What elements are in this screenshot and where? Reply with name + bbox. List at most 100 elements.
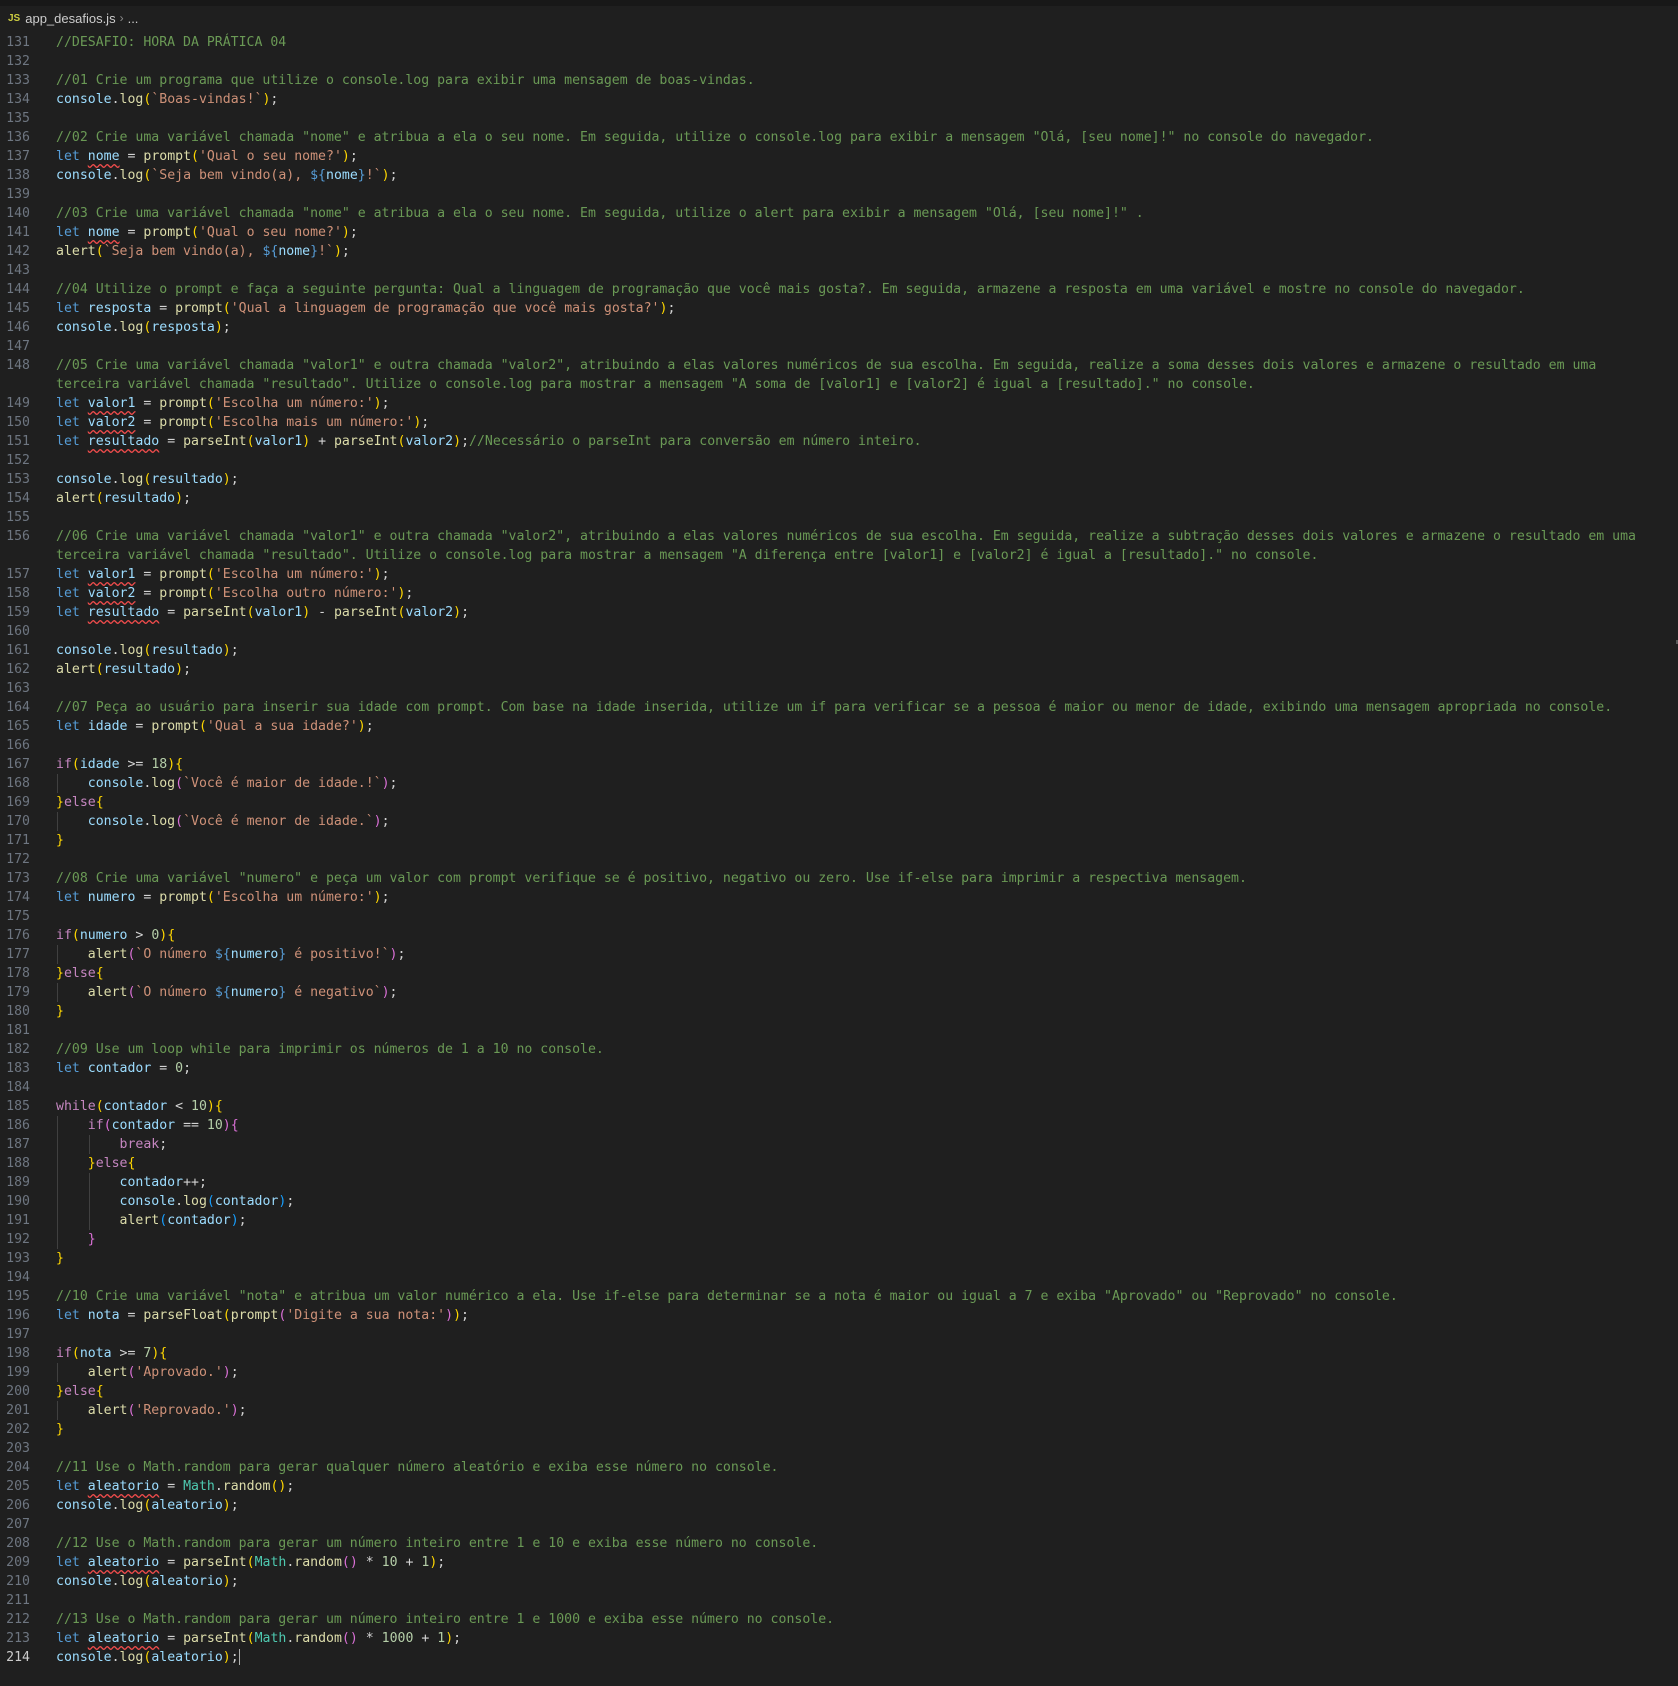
code-line[interactable]: 139 [0,185,1678,204]
code-line[interactable]: 149 let valor1 = prompt('Escolha um númer… [0,394,1678,413]
code-text[interactable]: contador++; [56,1173,1656,1192]
code-text[interactable]: //04 Utilize o prompt e faça a seguinte … [56,280,1656,299]
code-line[interactable]: 140 //03 Crie uma variável chamada "nome"… [0,204,1678,223]
code-text[interactable]: let valor1 = prompt('Escolha um número:'… [56,565,1656,584]
code-text[interactable]: } [56,1249,1656,1268]
code-text[interactable]: alert('Aprovado.'); [56,1363,1656,1382]
code-text[interactable]: console.log(aleatorio); [56,1572,1656,1591]
code-text[interactable]: } [56,1230,1656,1249]
code-line[interactable]: 188 }else{ [0,1154,1678,1173]
code-text[interactable]: console.log(`Você é menor de idade.`); [56,812,1656,831]
code-line[interactable]: 174 let numero = prompt('Escolha um númer… [0,888,1678,907]
code-line[interactable]: 134 console.log(`Boas-vindas!`); [0,90,1678,109]
code-text[interactable]: while(contador < 10){ [56,1097,1656,1116]
code-text[interactable]: //07 Peça ao usuário para inserir sua id… [56,698,1656,717]
code-text[interactable]: //02 Crie uma variável chamada "nome" e … [56,128,1656,147]
code-line[interactable]: 198 if(nota >= 7){ [0,1344,1678,1363]
code-line[interactable]: 144 //04 Utilize o prompt e faça a seguin… [0,280,1678,299]
code-line[interactable]: 190 console.log(contador); [0,1192,1678,1211]
code-line[interactable]: 183 let contador = 0; [0,1059,1678,1078]
code-text[interactable]: } [56,1420,1656,1439]
code-text[interactable]: let valor2 = prompt('Escolha mais um núm… [56,413,1656,432]
code-line[interactable]: 181 [0,1021,1678,1040]
code-text[interactable]: alert(resultado); [56,489,1656,508]
code-text[interactable]: let nota = parseFloat(prompt('Digite a s… [56,1306,1656,1325]
code-line[interactable]: 191 alert(contador); [0,1211,1678,1230]
code-text[interactable]: alert(`O número ${numero} é positivo!`); [56,945,1656,964]
code-text[interactable]: let nome = prompt('Qual o seu nome?'); [56,147,1656,166]
code-line[interactable]: 175 [0,907,1678,926]
code-line[interactable]: 212 //13 Use o Math.random para gerar um … [0,1610,1678,1629]
code-text[interactable]: //08 Crie uma variável "numero" e peça u… [56,869,1656,888]
code-line[interactable]: 157 let valor1 = prompt('Escolha um númer… [0,565,1678,584]
code-line[interactable]: 203 [0,1439,1678,1458]
code-line[interactable]: 189 contador++; [0,1173,1678,1192]
code-line[interactable]: 159 let resultado = parseInt(valor1) - pa… [0,603,1678,622]
code-line[interactable]: 150 let valor2 = prompt('Escolha mais um … [0,413,1678,432]
code-text[interactable]: }else{ [56,964,1656,983]
code-line[interactable]: 142 alert(`Seja bem vindo(a), ${nome}!`); [0,242,1678,261]
code-text[interactable]: let nome = prompt('Qual o seu nome?'); [56,223,1656,242]
code-text[interactable]: let resultado = parseInt(valor1) + parse… [56,432,1656,451]
code-line[interactable]: 133 //01 Crie um programa que utilize o c… [0,71,1678,90]
code-text[interactable]: //10 Crie uma variável "nota" e atribua … [56,1287,1656,1306]
code-text[interactable]: } [56,831,1656,850]
code-text[interactable]: console.log(`Boas-vindas!`); [56,90,1656,109]
code-text[interactable]: alert(`O número ${numero} é negativo`); [56,983,1656,1002]
code-line[interactable]: 202} [0,1420,1678,1439]
code-line[interactable]: 169}else{ [0,793,1678,812]
code-text[interactable]: console.log(aleatorio); [56,1496,1656,1515]
code-text[interactable]: let resultado = parseInt(valor1) - parse… [56,603,1656,622]
code-text[interactable]: let aleatorio = parseInt(Math.random() *… [56,1629,1656,1648]
code-line[interactable]: 185 while(contador < 10){ [0,1097,1678,1116]
code-line[interactable]: 131 //DESAFIO: HORA DA PRÁTICA 04 [0,33,1678,52]
code-line[interactable]: 171} [0,831,1678,850]
code-line[interactable]: 199 alert('Aprovado.'); [0,1363,1678,1382]
code-text[interactable]: }else{ [56,1154,1656,1173]
code-text[interactable]: if(nota >= 7){ [56,1344,1656,1363]
code-text[interactable]: console.log(resposta); [56,318,1656,337]
code-line[interactable]: 201 alert('Reprovado.'); [0,1401,1678,1420]
code-line[interactable]: 145 let resposta = prompt('Qual a linguag… [0,299,1678,318]
code-text[interactable]: //09 Use um loop while para imprimir os … [56,1040,1656,1059]
code-text[interactable]: //12 Use o Math.random para gerar um núm… [56,1534,1656,1553]
code-text[interactable]: break; [56,1135,1656,1154]
code-text[interactable]: //13 Use o Math.random para gerar um núm… [56,1610,1656,1629]
code-line[interactable]: 177 alert(`O número ${numero} é positivo… [0,945,1678,964]
code-line[interactable]: 186 if(contador == 10){ [0,1116,1678,1135]
code-text[interactable]: } [56,1002,1656,1021]
breadcrumb-symbols[interactable]: ... [128,11,139,26]
code-line[interactable]: 200}else{ [0,1382,1678,1401]
code-text[interactable]: alert('Reprovado.'); [56,1401,1656,1420]
code-line[interactable]: 146 console.log(resposta); [0,318,1678,337]
code-line[interactable]: 152 [0,451,1678,470]
code-editor[interactable]: 131 //DESAFIO: HORA DA PRÁTICA 04 132 133 //… [0,33,1678,1686]
code-text[interactable]: let valor2 = prompt('Escolha outro númer… [56,584,1656,603]
code-line[interactable]: 155 [0,508,1678,527]
code-line[interactable]: 162 alert(resultado); [0,660,1678,679]
code-text[interactable]: if(numero > 0){ [56,926,1656,945]
code-text[interactable]: let aleatorio = parseInt(Math.random() *… [56,1553,1656,1572]
code-text[interactable]: //01 Crie um programa que utilize o cons… [56,71,1656,90]
code-text[interactable]: let valor1 = prompt('Escolha um número:'… [56,394,1656,413]
code-text[interactable]: let resposta = prompt('Qual a linguagem … [56,299,1656,318]
code-line[interactable]: 214 console.log(aleatorio); [0,1648,1678,1667]
code-line[interactable]: 206 console.log(aleatorio); [0,1496,1678,1515]
code-line[interactable]: 160 [0,622,1678,641]
code-line[interactable]: 210 console.log(aleatorio); [0,1572,1678,1591]
code-line[interactable]: 132 [0,52,1678,71]
code-line[interactable]: 156 //06 Crie uma variável chamada "valor… [0,527,1678,565]
code-line[interactable]: 138 console.log(`Seja bem vindo(a), ${nom… [0,166,1678,185]
code-text[interactable]: alert(resultado); [56,660,1656,679]
code-line[interactable]: 195 //10 Crie uma variável "nota" e atrib… [0,1287,1678,1306]
code-line[interactable]: 135 [0,109,1678,128]
code-text[interactable]: let idade = prompt('Qual a sua idade?'); [56,717,1656,736]
code-line[interactable]: 163 [0,679,1678,698]
code-text[interactable]: //DESAFIO: HORA DA PRÁTICA 04 [56,33,1656,52]
code-text[interactable]: let aleatorio = Math.random(); [56,1477,1656,1496]
code-line[interactable]: 151 let resultado = parseInt(valor1) + pa… [0,432,1678,451]
code-text[interactable]: if(contador == 10){ [56,1116,1656,1135]
code-line[interactable]: 136 //02 Crie uma variável chamada "nome"… [0,128,1678,147]
code-text[interactable]: console.log(aleatorio); [56,1648,1656,1667]
code-line[interactable]: 170 console.log(`Você é menor de idade.`… [0,812,1678,831]
